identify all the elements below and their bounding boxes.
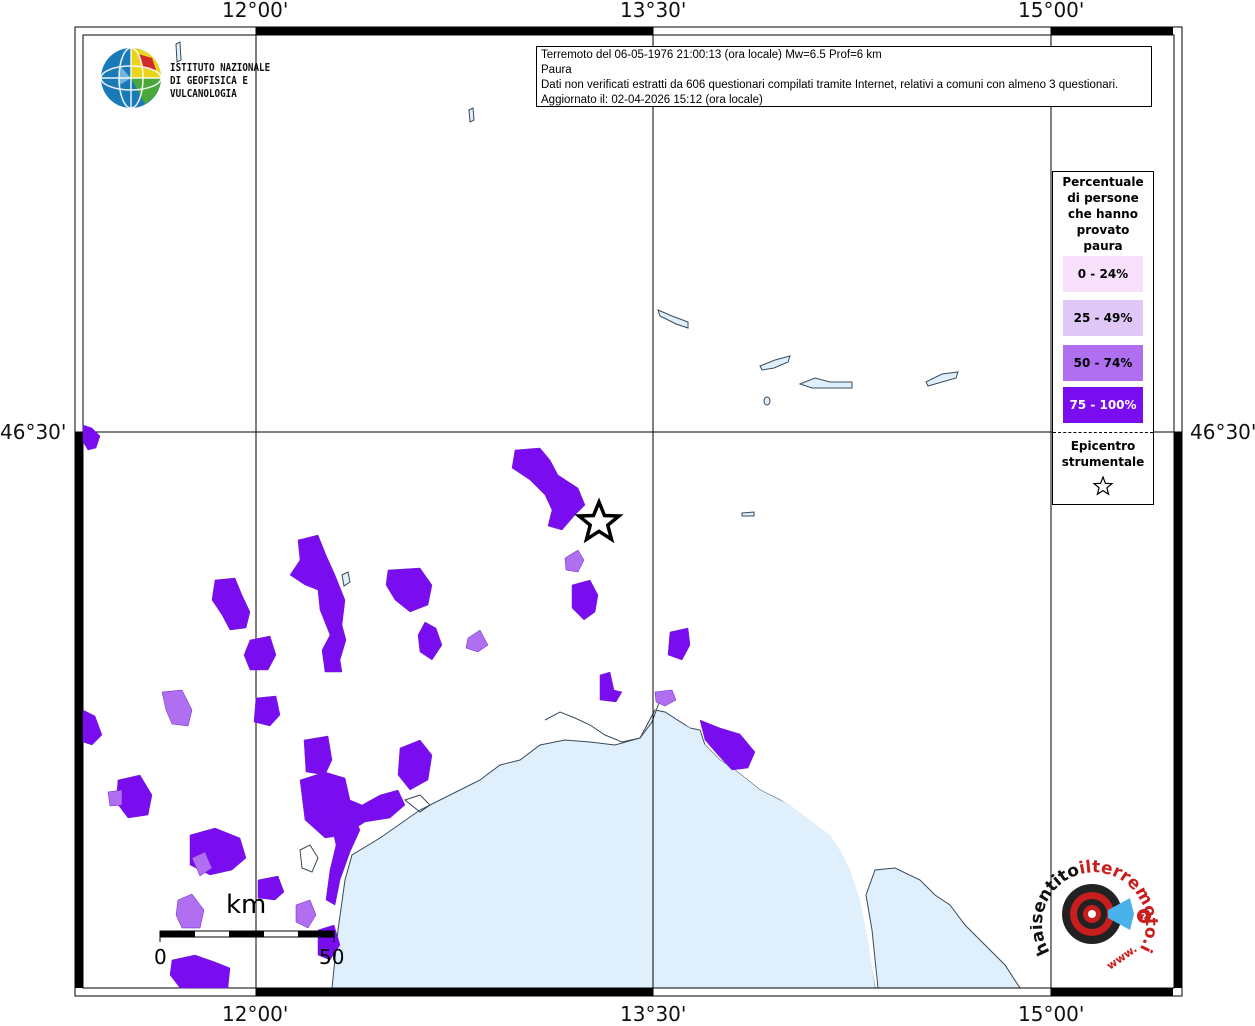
scale-start: 0 <box>154 945 167 969</box>
lon-label-bottom-2: 13°30' <box>620 1002 687 1026</box>
lat-label-left: 46°30' <box>0 420 67 444</box>
scale-end: 50 <box>319 945 345 969</box>
lon-label-top-2: 13°30' <box>620 0 687 22</box>
legend-class-2: 50 - 74% <box>1063 345 1143 381</box>
parameter-line: Paura <box>541 64 572 76</box>
municipality <box>107 789 123 807</box>
legend-class-0: 0 - 24% <box>1063 256 1143 292</box>
scale-unit: km <box>226 890 267 920</box>
legend-star-icon <box>1092 475 1114 496</box>
info-box: Terremoto del 06-05-1976 21:00:13 (ora l… <box>536 46 1152 107</box>
disclaimer-line: Dati non verificati estratti da 606 ques… <box>541 79 1119 91</box>
event-line: Terremoto del 06-05-1976 21:00:13 (ora l… <box>541 49 882 61</box>
municipality <box>303 735 333 776</box>
lon-label-top-1: 12°00' <box>222 0 289 22</box>
ingv-name: ISTITUTO NAZIONALE DI GEOFISICA E VULCAN… <box>170 62 271 100</box>
ingv-logo: ISTITUTO NAZIONALE DI GEOFISICA E VULCAN… <box>100 46 320 110</box>
hsit-logo: ? haisentitoilterremoto.it www. <box>1026 837 1161 982</box>
scale-bar: km 0 50 <box>150 890 350 970</box>
lon-label-bottom-1: 12°00' <box>222 1002 289 1026</box>
legend-epicenter-label: Epicentro strumentale <box>1061 439 1145 469</box>
lon-label-top-3: 15°00' <box>1018 0 1085 22</box>
lat-label-right: 46°30' <box>1190 420 1255 444</box>
legend: Percentuale di persone che hanno provato… <box>1052 171 1154 505</box>
legend-title: Percentuale di persone che hanno provato… <box>1062 175 1144 253</box>
ingv-globe-icon <box>100 47 162 109</box>
hsit-text-www: www. <box>1104 942 1139 972</box>
legend-class-1: 25 - 49% <box>1063 300 1143 336</box>
updated-line: Aggiornato il: 02-04-2026 15:12 (ora loc… <box>541 94 763 106</box>
legend-class-3: 75 - 100% <box>1063 387 1143 423</box>
legend-separator <box>1053 432 1153 433</box>
lon-label-bottom-3: 15°00' <box>1018 1002 1085 1026</box>
